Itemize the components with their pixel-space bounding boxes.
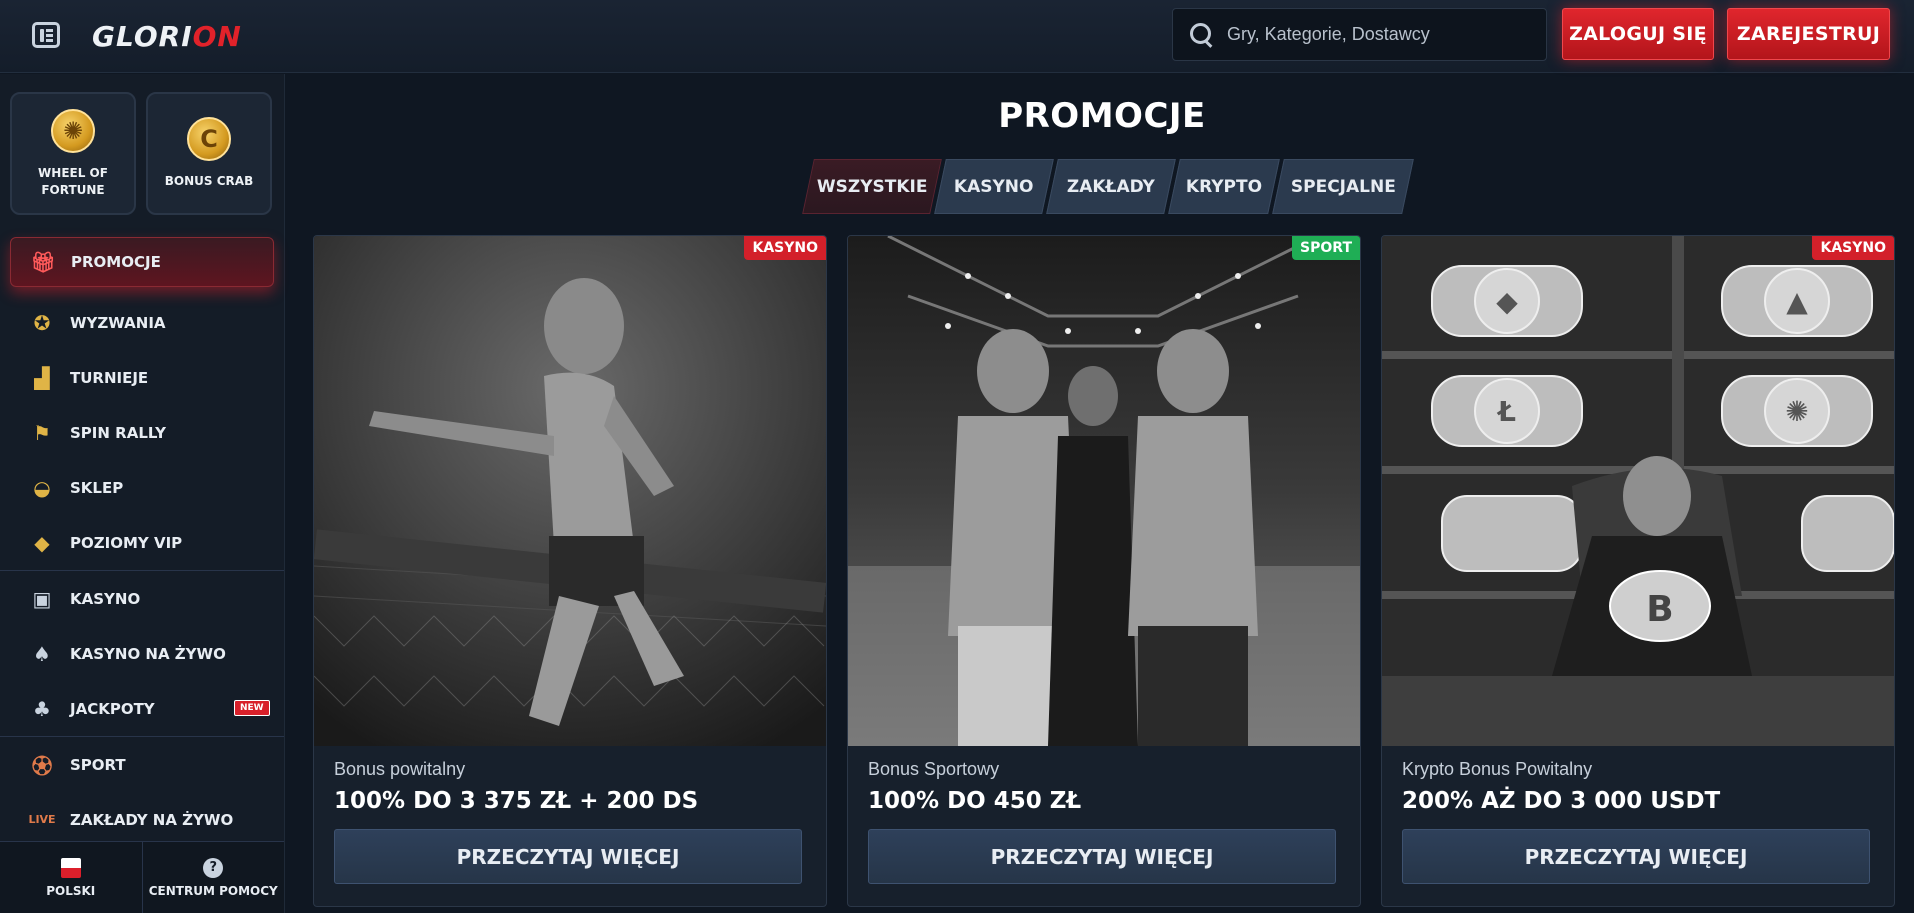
sidebar-item-label: ZAKŁADY NA ŻYWO <box>70 810 234 829</box>
sidebar-toggle-icon[interactable] <box>32 22 60 48</box>
promo-image-crypto-belts: ◆ ▲ Ł ✺ B <box>1382 236 1894 746</box>
feature-tiles: ✺ WHEEL OF FORTUNE C BONUS CRAB <box>10 92 272 215</box>
promo-image-fighter <box>314 236 826 746</box>
sidebar-item-zaklady-na-zywo[interactable]: LIVE ZAKŁADY NA ŻYWO <box>0 792 284 847</box>
tab-label: WSZYSTKIE <box>816 176 928 197</box>
main-content: PROMOCJE WSZYSTKIE KASYNO ZAKŁADY KRYPTO… <box>290 74 1914 913</box>
slot-machine-icon: ▣ <box>32 586 52 611</box>
cards-icon: ♠ <box>33 641 51 666</box>
logo-accent-text: ON <box>192 19 242 53</box>
podium-icon: ▟ <box>34 365 50 390</box>
tab-specjalne[interactable]: SPECJALNE <box>1272 159 1414 214</box>
diamond-icon: ◆ <box>34 530 50 555</box>
page-title: PROMOCJE <box>998 96 1206 136</box>
search-icon <box>1189 22 1215 48</box>
tile-label: BONUS CRAB <box>164 174 254 188</box>
live-icon: LIVE <box>28 813 56 826</box>
poland-flag-icon <box>60 857 81 878</box>
svg-text:▲: ▲ <box>1786 285 1808 318</box>
read-more-button[interactable]: PRZECZYTAJ WIĘCEJ <box>1402 829 1870 884</box>
register-button[interactable]: ZAREJESTRUJ <box>1727 8 1890 60</box>
svg-text:B: B <box>1646 589 1673 630</box>
new-badge: NEW <box>234 700 270 716</box>
search-box[interactable] <box>1172 8 1547 61</box>
clover-icon: ♣ <box>33 696 51 721</box>
tile-bonus-crab[interactable]: C BONUS CRAB <box>146 92 272 215</box>
card-subtitle: Bonus powitalny <box>334 759 466 779</box>
sidebar-item-spin-rally[interactable]: ⚑ SPIN RALLY <box>0 405 284 460</box>
logo-text: GLORI <box>92 19 193 53</box>
language-selector[interactable]: POLSKI <box>0 842 142 913</box>
sidebar-item-kasyno-na-zywo[interactable]: ♠ KASYNO NA ŻYWO <box>0 626 284 681</box>
sidebar-item-label: SKLEP <box>70 478 124 497</box>
sidebar-item-label: SPORT <box>70 755 126 774</box>
sidebar-item-wyzwania[interactable]: ✪ WYZWANIA <box>0 295 284 350</box>
promo-card[interactable]: SPORT Bonus Sportowy 100% DO 450 ZŁ PRZE… <box>847 235 1361 907</box>
tab-krypto[interactable]: KRYPTO <box>1168 159 1280 214</box>
card-subtitle: Krypto Bonus Powitalny <box>1402 759 1593 779</box>
sidebar-item-turnieje[interactable]: ▟ TURNIEJE <box>0 350 284 405</box>
sidebar-item-promocje[interactable]: 🎁︎ PROMOCJE <box>10 237 274 287</box>
help-center-link[interactable]: ? CENTRUM POMOCY <box>141 842 285 913</box>
promo-cards: KASYNO Bonus powitalny 100% DO 3 375 ZŁ … <box>313 235 1895 907</box>
card-headline: 200% AŻ DO 3 000 USDT <box>1402 788 1721 814</box>
category-tag: KASYNO <box>744 236 826 260</box>
gift-icon: 🎁︎ <box>30 250 56 274</box>
sidebar-item-jackpoty[interactable]: ♣ JACKPOTY NEW <box>0 681 284 736</box>
category-tag: SPORT <box>1292 236 1360 260</box>
sidebar-item-label: POZIOMY VIP <box>70 533 183 552</box>
tab-label: KASYNO <box>954 176 1034 197</box>
sidebar-item-label: PROMOCJE <box>71 253 161 271</box>
help-label: CENTRUM POMOCY <box>148 883 278 898</box>
wheel-icon: ✺ <box>51 108 95 153</box>
tile-wheel-of-fortune[interactable]: ✺ WHEEL OF FORTUNE <box>10 92 136 215</box>
medal-icon: ✪ <box>33 310 51 335</box>
category-tag: KASYNO <box>1812 236 1894 260</box>
tab-kasyno[interactable]: KASYNO <box>934 159 1054 214</box>
sidebar-item-label: KASYNO NA ŻYWO <box>70 644 226 663</box>
sidebar-item-label: WYZWANIA <box>70 313 166 332</box>
card-headline: 100% DO 3 375 ZŁ + 200 DS <box>334 788 699 814</box>
sidebar-nav: 🎁︎ PROMOCJE ✪ WYZWANIA ▟ TURNIEJE ⚑ SPIN… <box>0 229 284 847</box>
search-input[interactable] <box>1227 24 1527 45</box>
basket-icon: ◒ <box>33 475 51 500</box>
tab-label: SPECJALNE <box>1290 176 1396 197</box>
svg-text:Ł: Ł <box>1496 395 1516 428</box>
card-subtitle: Bonus Sportowy <box>868 759 1000 779</box>
read-more-button[interactable]: PRZECZYTAJ WIĘCEJ <box>334 829 802 884</box>
card-headline: 100% DO 450 ZŁ <box>868 788 1082 814</box>
checkered-flag-icon: ⚑ <box>33 420 51 445</box>
read-more-button[interactable]: PRZECZYTAJ WIĘCEJ <box>868 829 1336 884</box>
sidebar-item-label: TURNIEJE <box>70 368 149 387</box>
language-label: POLSKI <box>46 883 96 898</box>
logo[interactable]: GLORI ON <box>92 16 242 56</box>
sidebar-item-label: KASYNO <box>70 589 141 608</box>
sidebar-item-label: JACKPOTY <box>70 699 155 718</box>
svg-text:◆: ◆ <box>1496 285 1518 318</box>
promo-image-faceoff <box>848 236 1360 746</box>
login-button[interactable]: ZALOGUJ SIĘ <box>1562 8 1714 60</box>
sidebar-footer: POLSKI ? CENTRUM POMOCY <box>0 841 284 913</box>
tab-wszystkie[interactable]: WSZYSTKIE <box>802 159 942 214</box>
tile-label: WHEEL OF FORTUNE <box>38 165 108 197</box>
tab-label: KRYPTO <box>1185 176 1263 197</box>
top-header: GLORION ZALOGUJ SIĘ ZAREJESTRUJ <box>0 0 1914 73</box>
sidebar-item-sklep[interactable]: ◒ SKLEP <box>0 460 284 515</box>
sidebar-item-label: SPIN RALLY <box>70 423 166 442</box>
sidebar-item-kasyno[interactable]: ▣ KASYNO <box>0 571 284 626</box>
svg-text:✺: ✺ <box>1785 395 1808 428</box>
promo-tabs: WSZYSTKIE KASYNO ZAKŁADY KRYPTO SPECJALN… <box>802 159 1414 214</box>
sidebar: ✺ WHEEL OF FORTUNE C BONUS CRAB 🎁︎ PROMO… <box>0 74 285 913</box>
tab-label: ZAKŁADY <box>1067 176 1155 197</box>
sidebar-item-poziomy-vip[interactable]: ◆ POZIOMY VIP <box>0 515 284 570</box>
promo-card[interactable]: ◆ ▲ Ł ✺ B KASYNO Krypto Bonus Powitalny 20… <box>1381 235 1895 907</box>
promo-card[interactable]: KASYNO Bonus powitalny 100% DO 3 375 ZŁ … <box>313 235 827 907</box>
tab-zaklady[interactable]: ZAKŁADY <box>1046 159 1176 214</box>
ball-icon: ⚽︎ <box>32 754 52 778</box>
sidebar-item-sport[interactable]: ⚽︎ SPORT <box>0 737 284 792</box>
help-icon: ? <box>203 857 224 878</box>
crab-coin-icon: C <box>187 117 231 161</box>
